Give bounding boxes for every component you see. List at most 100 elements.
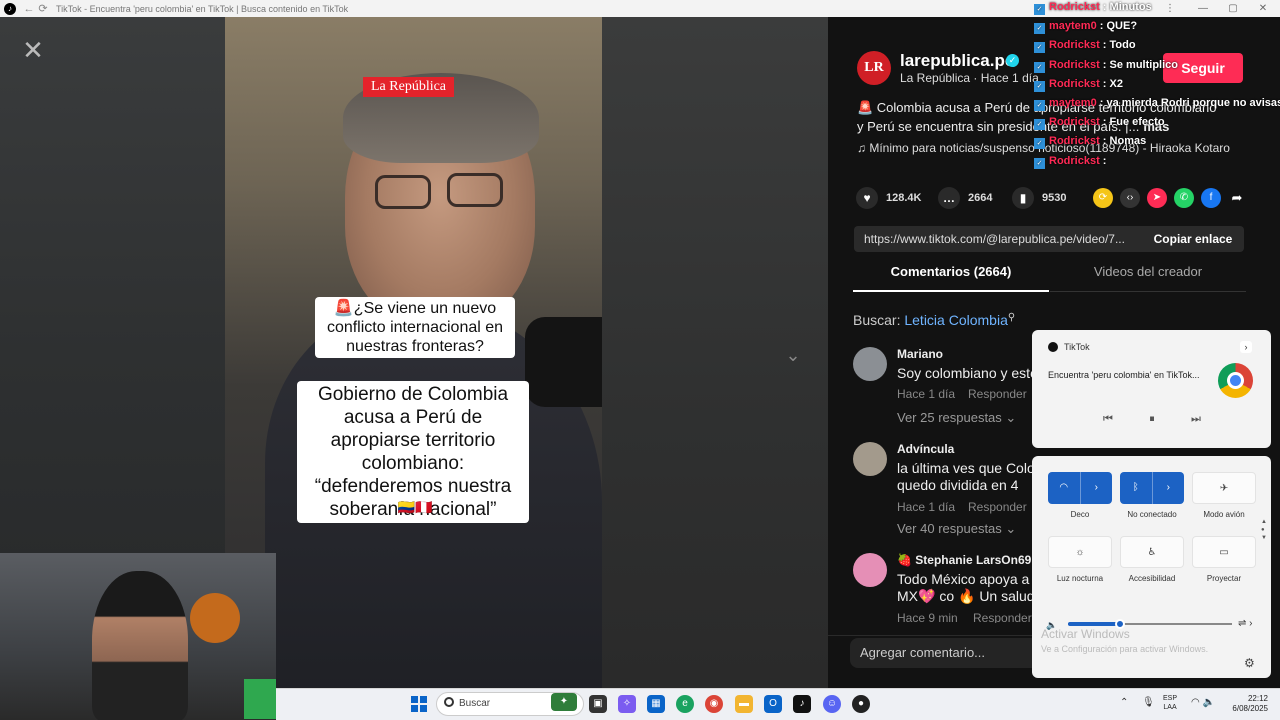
night-light-icon[interactable]: ☼	[1049, 537, 1111, 567]
quick-setting-label: No conectado	[1127, 510, 1177, 519]
network-volume-icons[interactable]: ◠ 🔈	[1191, 697, 1215, 708]
reply-button[interactable]: Responder	[973, 611, 1032, 623]
edge-icon[interactable]: e	[676, 695, 694, 713]
chat-separator: :	[1099, 116, 1110, 129]
volume-slider-fill	[1068, 622, 1120, 626]
file-explorer-icon[interactable]: ▬	[735, 695, 753, 713]
comment-icon: …	[938, 187, 960, 209]
reply-button[interactable]: Responder	[968, 500, 1027, 514]
wifi-icon[interactable]: ◠	[1048, 472, 1080, 504]
video-frame[interactable]: La República 🚨¿Se viene un nuevo conflic…	[225, 17, 602, 688]
quick-setting-accessibility[interactable]: ♿	[1120, 536, 1184, 568]
quick-setting-label: Modo avión	[1203, 510, 1245, 519]
bookmark-icon: ▮	[1012, 187, 1034, 209]
obs-icon[interactable]: ●	[852, 695, 870, 713]
chrome-taskbar-icon[interactable]: ◉	[705, 695, 723, 713]
whatsapp-icon[interactable]: ✆	[1174, 188, 1194, 208]
quick-setting-bluetooth[interactable]: ᛒ ›	[1120, 472, 1184, 504]
chat-badge-icon: ✓	[1034, 4, 1045, 15]
chevron-right-icon[interactable]: ›	[1079, 472, 1113, 504]
repost-icon[interactable]: ⟳	[1093, 188, 1113, 208]
chat-message: ✓ Rodrickst : Se multiplico	[1034, 59, 1178, 78]
quick-setting-cast[interactable]: ▭	[1192, 536, 1256, 568]
tray-overflow-chevron[interactable]: ⌃	[1120, 697, 1128, 708]
comment-button[interactable]: … 2664	[938, 187, 992, 209]
language-indicator[interactable]: ESP LAA	[1163, 694, 1177, 712]
microphone-icon[interactable]: 🎙	[1142, 697, 1155, 708]
chevron-right-icon[interactable]: ›	[1151, 472, 1185, 504]
view-replies-button[interactable]: Ver 40 respuestas ⌄	[897, 521, 1016, 537]
quick-settings-scroll-indicator[interactable]: ▲ ● ▼	[1261, 518, 1267, 542]
comment-item: Advíncula la última ves que Colo quedo d…	[853, 442, 1033, 542]
tiktok-icon: ♪	[4, 2, 16, 15]
window-title: TikTok - Encuentra 'peru colombia' en Ti…	[56, 3, 349, 14]
channel-name[interactable]: larepublica.pe	[900, 51, 1014, 71]
facebook-icon[interactable]: f	[1201, 188, 1221, 208]
store-icon[interactable]: ▦	[647, 695, 665, 713]
channel-avatar[interactable]: LR	[857, 51, 891, 85]
comment-time: Hace 9 min	[897, 611, 958, 623]
pause-button[interactable]: ⏸	[1142, 413, 1162, 429]
reload-button[interactable]: ⟳	[36, 2, 50, 15]
chat-username: maytem0	[1049, 20, 1097, 33]
media-expand-button[interactable]: ›	[1240, 341, 1252, 353]
comment-author[interactable]: 🍓 Stephanie LarsOn69	[897, 553, 1031, 567]
copy-link-button[interactable]: Copiar enlace	[1142, 226, 1244, 252]
comment-item: Mariano Soy colombiano y esto Hace 1 día…	[853, 347, 1033, 437]
chat-badge-icon: ✓	[1034, 157, 1045, 169]
like-button[interactable]: ♥ 128.4K	[856, 187, 921, 209]
tab-comments[interactable]: Comentarios (2664)	[853, 264, 1049, 292]
tab-creator-videos[interactable]: Videos del creador	[1050, 264, 1246, 292]
chat-text: QUE?	[1106, 20, 1138, 33]
accessibility-icon[interactable]: ♿	[1121, 537, 1183, 567]
view-replies-button[interactable]: Ver 25 respuestas ⌄	[897, 410, 1016, 426]
taskbar-search-icon	[444, 697, 454, 707]
share-arrow-icon[interactable]: ➦	[1227, 188, 1247, 208]
webcam-plush-toy	[190, 593, 240, 643]
previous-track-button[interactable]: ⏮	[1098, 413, 1118, 429]
comment-avatar[interactable]	[853, 553, 887, 587]
microphone	[525, 317, 602, 407]
comment-author[interactable]: Mariano	[897, 347, 943, 361]
chat-message: ✓ Rodrickst : X2	[1034, 78, 1123, 97]
quick-setting-night-light[interactable]: ☼	[1048, 536, 1112, 568]
discord-icon[interactable]: ☺	[823, 695, 841, 713]
chat-separator: :	[1099, 39, 1110, 52]
audio-output-button[interactable]: ⇌ ›	[1238, 618, 1253, 629]
chat-username: Rodrickst	[1049, 1, 1100, 13]
comment-avatar[interactable]	[853, 347, 887, 381]
reply-button[interactable]: Responder	[968, 387, 1027, 401]
search-suggestion-keyword[interactable]: Leticia Colombia	[904, 312, 1008, 328]
comment-text: MX💖 co 🔥 Un saludito	[897, 588, 1033, 604]
chat-username: maytem0	[1049, 97, 1097, 109]
quick-setting-airplane[interactable]: ✈	[1192, 472, 1256, 504]
cast-icon[interactable]: ▭	[1193, 537, 1255, 567]
next-video-button[interactable]: ⌄	[780, 345, 806, 371]
outlook-icon[interactable]: O	[764, 695, 782, 713]
airplane-icon[interactable]: ✈	[1193, 473, 1255, 503]
task-view-icon[interactable]: ▣	[589, 695, 607, 713]
chat-badge-icon: ✓	[1034, 42, 1045, 54]
share-link-url[interactable]: https://www.tiktok.com/@larepublica.pe/v…	[854, 232, 1142, 246]
settings-gear-icon[interactable]: ⚙	[1244, 656, 1255, 670]
windows-start-icon[interactable]	[411, 696, 427, 712]
embed-icon[interactable]: ‹›	[1120, 188, 1140, 208]
comment-input[interactable]: Agregar comentario...	[850, 638, 1033, 668]
send-icon[interactable]: ➤	[1147, 188, 1167, 208]
comment-avatar[interactable]	[853, 442, 887, 476]
bluetooth-icon[interactable]: ᛒ	[1120, 472, 1152, 504]
copilot-icon[interactable]: ✧	[618, 695, 636, 713]
close-video-button[interactable]: ✕	[22, 37, 44, 63]
verified-icon: ✓	[1006, 54, 1019, 67]
quick-setting-wifi[interactable]: ◠ ›	[1048, 472, 1112, 504]
comment-author[interactable]: Advíncula	[897, 442, 954, 456]
chat-separator: :	[1099, 1, 1110, 13]
system-clock[interactable]: 22:12 6/08/2025	[1228, 694, 1268, 714]
back-button[interactable]: ←	[22, 3, 36, 15]
next-track-button[interactable]: ⏭	[1186, 413, 1206, 429]
media-title: Encuentra 'peru colombia' en TikTok...	[1048, 370, 1200, 380]
search-suggestion[interactable]: Buscar: Leticia Colombia⚲	[853, 312, 1015, 328]
chat-text: Todo	[1109, 39, 1136, 52]
tiktok-taskbar-icon[interactable]: ♪	[793, 695, 811, 713]
save-button[interactable]: ▮ 9530	[1012, 187, 1066, 209]
